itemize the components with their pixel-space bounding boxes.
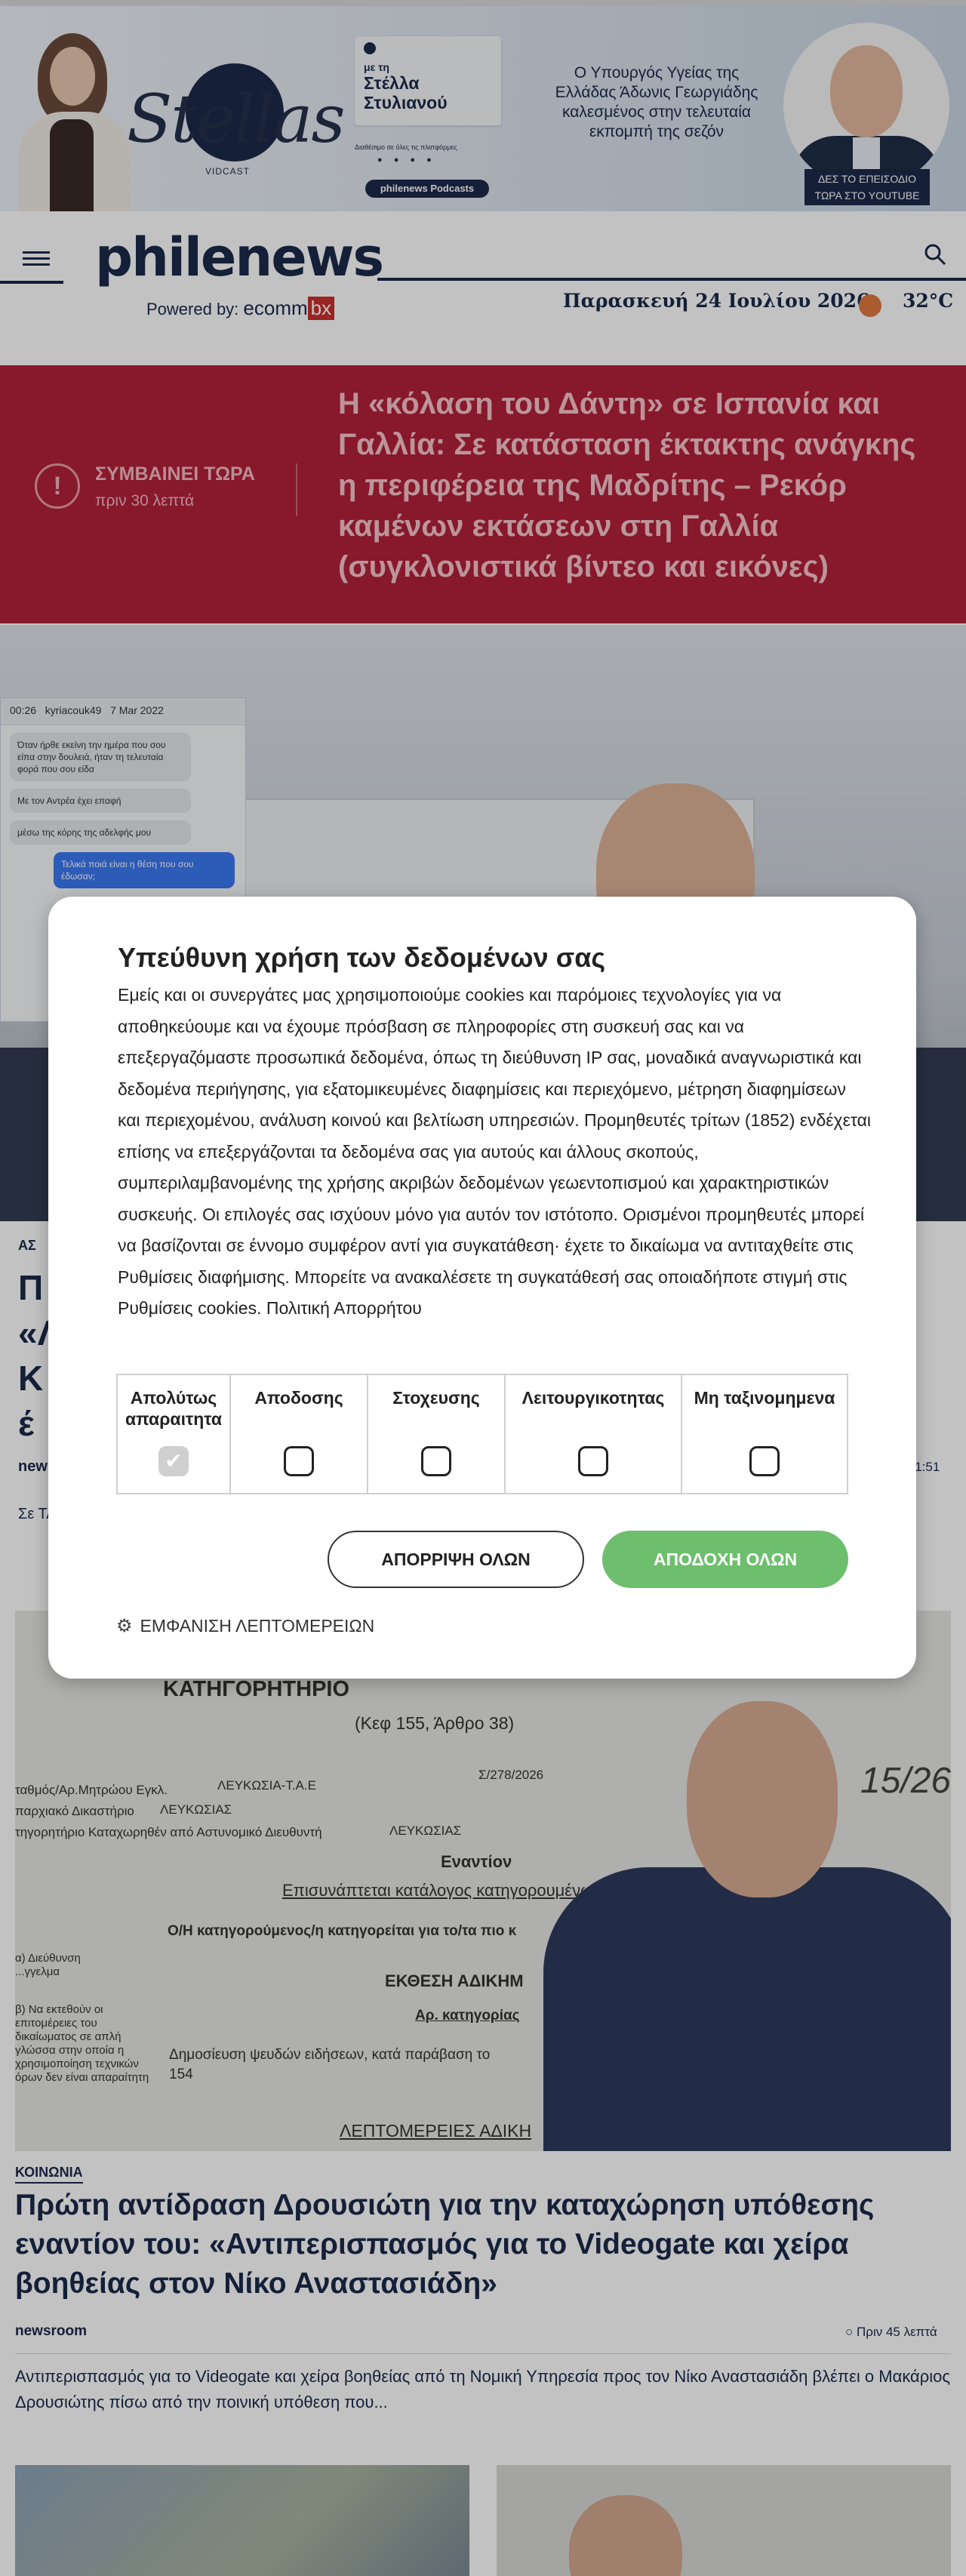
reject-all-button[interactable]: ΑΠΟΡΡΙΨΗ ΟΛΩΝ [328, 1531, 584, 1588]
consent-title: Υπεύθυνη χρήση των δεδομένων σας [118, 942, 606, 973]
consent-categories: Απολύτως απαραιτητα ✔ Αποδοσης Στοχευσης… [116, 1374, 848, 1494]
consent-category-label: Απολύτως απαραιτητα [125, 1388, 223, 1429]
consent-category-necessary: Απολύτως απαραιτητα ✔ [118, 1375, 231, 1493]
checkbox-performance[interactable] [284, 1446, 314, 1476]
show-details-label: ΕΜΦΑΝΙΣΗ ΛΕΠΤΟΜΕΡΕΙΩΝ [140, 1616, 375, 1636]
consent-category-label: Αποδοσης [254, 1388, 343, 1408]
checkbox-unclassified[interactable] [749, 1446, 780, 1476]
checkbox-targeting[interactable] [421, 1446, 451, 1476]
checkbox-necessary[interactable]: ✔ [158, 1446, 189, 1476]
consent-category-label: Λειτουργικοτητας [521, 1388, 665, 1408]
consent-category-targeting: Στοχευσης [368, 1375, 506, 1493]
consent-category-unclassified: Μη ταξινομημενα [682, 1375, 847, 1493]
consent-category-label: Μη ταξινομημενα [694, 1388, 835, 1408]
show-details-link[interactable]: ⚙ ΕΜΦΑΝΙΣΗ ΛΕΠΤΟΜΕΡΕΙΩΝ [116, 1615, 374, 1637]
consent-category-label: Στοχευσης [392, 1388, 480, 1408]
checkbox-functionality[interactable] [578, 1446, 608, 1476]
gear-icon: ⚙ [116, 1616, 133, 1636]
consent-category-functionality: Λειτουργικοτητας [506, 1375, 682, 1493]
cookie-consent-modal: Υπεύθυνη χρήση των δεδομένων σας Εμείς κ… [48, 897, 916, 1679]
consent-body: Εμείς και οι συνεργάτες μας χρησιμοποιού… [118, 985, 872, 1318]
consent-category-performance: Αποδοσης [231, 1375, 368, 1493]
accept-all-button[interactable]: ΑΠΟΔΟΧΗ ΟΛΩΝ [602, 1531, 848, 1588]
